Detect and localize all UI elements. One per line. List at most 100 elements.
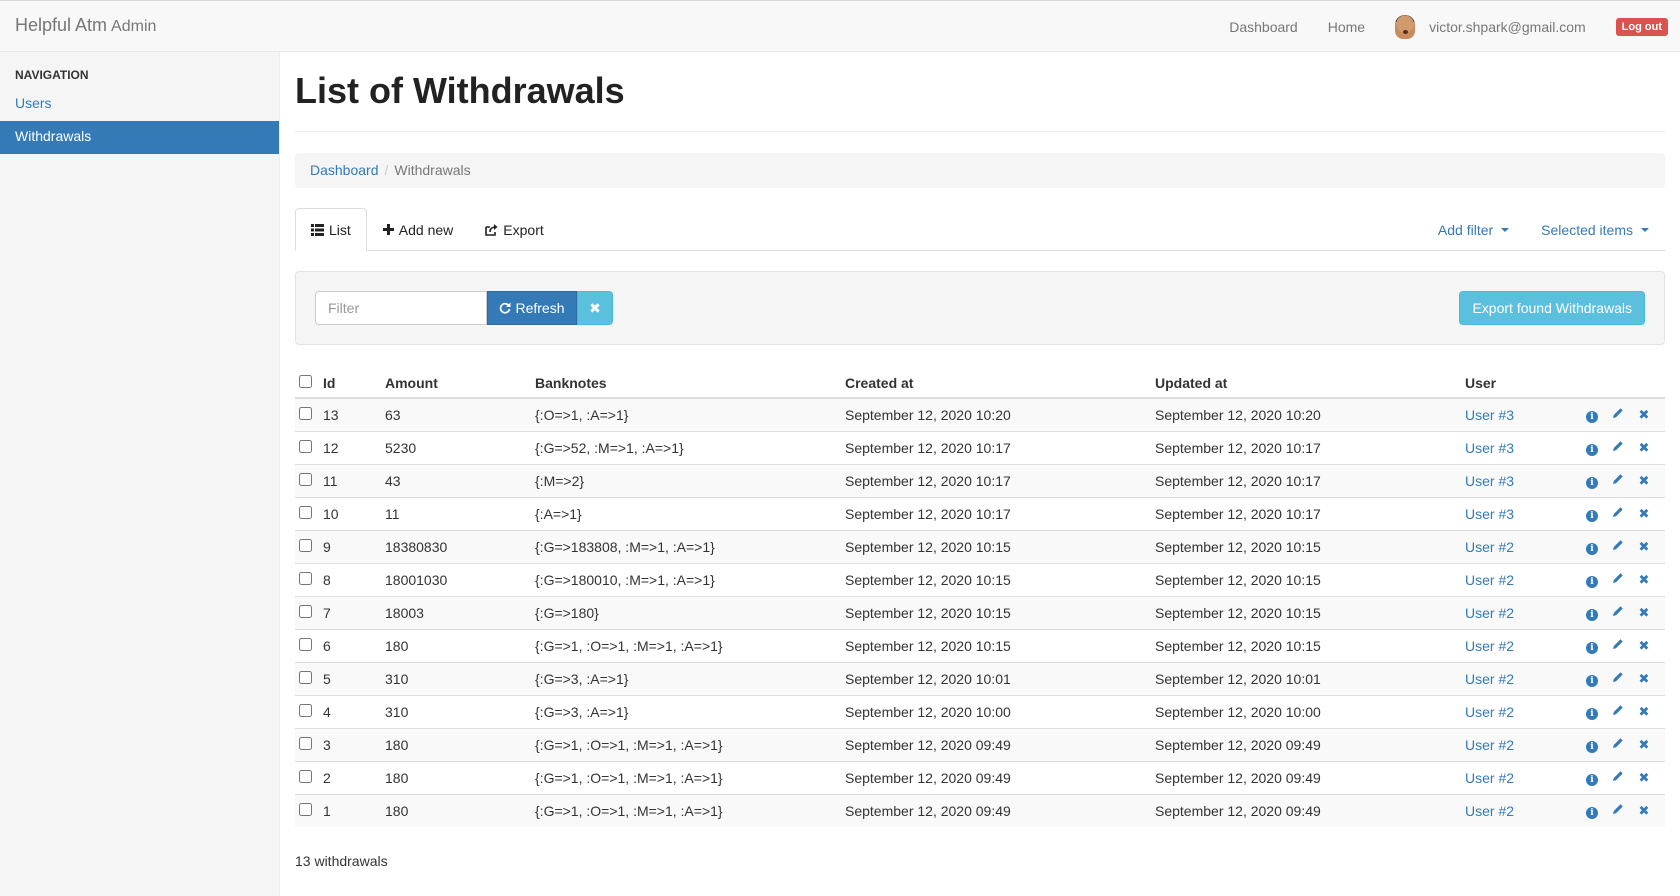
delete-button[interactable]: ✖ (1637, 407, 1651, 423)
user-link[interactable]: User #3 (1465, 473, 1514, 489)
header-id[interactable]: Id (323, 365, 385, 399)
show-button[interactable]: i (1585, 539, 1599, 555)
edit-button[interactable] (1611, 671, 1625, 687)
cell-id: 10 (323, 496, 385, 530)
delete-button[interactable]: ✖ (1637, 440, 1651, 456)
row-checkbox[interactable] (299, 769, 312, 783)
edit-button[interactable] (1611, 407, 1625, 423)
user-link[interactable]: User #3 (1465, 407, 1514, 423)
show-button[interactable]: i (1585, 407, 1599, 423)
times-icon: ✖ (1638, 571, 1650, 587)
header-amount[interactable]: Amount (385, 365, 535, 399)
edit-button[interactable] (1611, 473, 1625, 489)
edit-button[interactable] (1611, 506, 1625, 522)
row-checkbox[interactable] (299, 703, 312, 717)
times-icon: ✖ (589, 299, 601, 316)
nav-home-link[interactable]: Home (1328, 19, 1365, 35)
edit-button[interactable] (1611, 440, 1625, 456)
cell-amount: 11 (385, 496, 535, 530)
show-button[interactable]: i (1585, 572, 1599, 588)
show-button[interactable]: i (1585, 506, 1599, 522)
row-checkbox[interactable] (299, 736, 312, 750)
tab-list[interactable]: List (295, 208, 367, 251)
delete-button[interactable]: ✖ (1637, 506, 1651, 522)
row-checkbox[interactable] (299, 439, 312, 453)
edit-button[interactable] (1611, 704, 1625, 720)
header-user[interactable]: User (1465, 365, 1585, 399)
show-button[interactable]: i (1585, 770, 1599, 786)
row-checkbox[interactable] (299, 571, 312, 585)
edit-button[interactable] (1611, 803, 1625, 819)
show-button[interactable]: i (1585, 671, 1599, 687)
show-button[interactable]: i (1585, 737, 1599, 753)
edit-button[interactable] (1611, 638, 1625, 654)
user-link[interactable]: User #2 (1465, 803, 1514, 819)
delete-button[interactable]: ✖ (1637, 638, 1651, 654)
cell-banknotes: {:M=>2} (535, 463, 845, 497)
tab-export[interactable]: Export (469, 208, 559, 251)
show-button[interactable]: i (1585, 704, 1599, 720)
user-link[interactable]: User #3 (1465, 506, 1514, 522)
show-button[interactable]: i (1585, 638, 1599, 654)
row-checkbox[interactable] (299, 472, 312, 486)
table-row: 1 180 {:G=>1, :O=>1, :M=>1, :A=>1} Septembe… (295, 793, 1665, 827)
row-checkbox[interactable] (299, 604, 312, 618)
row-checkbox[interactable] (299, 637, 312, 651)
user-link[interactable]: User #2 (1465, 605, 1514, 621)
refresh-button[interactable]: Refresh (487, 291, 577, 325)
info-icon: i (1586, 674, 1598, 687)
nav-dashboard-link[interactable]: Dashboard (1229, 19, 1298, 35)
user-link[interactable]: User #2 (1465, 737, 1514, 753)
edit-button[interactable] (1611, 770, 1625, 786)
delete-button[interactable]: ✖ (1637, 671, 1651, 687)
delete-button[interactable]: ✖ (1637, 770, 1651, 786)
user-link[interactable]: User #2 (1465, 539, 1514, 555)
user-link[interactable]: User #2 (1465, 638, 1514, 654)
header-banknotes[interactable]: Banknotes (535, 365, 845, 399)
delete-button[interactable]: ✖ (1637, 704, 1651, 720)
user-link[interactable]: User #3 (1465, 440, 1514, 456)
user-link[interactable]: User #2 (1465, 770, 1514, 786)
clear-filter-button[interactable]: ✖ (577, 291, 613, 325)
delete-button[interactable]: ✖ (1637, 473, 1651, 489)
show-button[interactable]: i (1585, 473, 1599, 489)
row-checkbox[interactable] (299, 406, 312, 420)
header-updated-at[interactable]: Updated at (1155, 365, 1465, 399)
edit-button[interactable] (1611, 572, 1625, 588)
cell-created-at: September 12, 2020 09:49 (845, 760, 1155, 794)
user-link[interactable]: User #2 (1465, 671, 1514, 687)
delete-button[interactable]: ✖ (1637, 803, 1651, 819)
header-created-at[interactable]: Created at (845, 365, 1155, 399)
select-all-checkbox[interactable] (299, 375, 312, 388)
show-button[interactable]: i (1585, 440, 1599, 456)
edit-button[interactable] (1611, 737, 1625, 753)
user-link[interactable]: User #2 (1465, 572, 1514, 588)
delete-button[interactable]: ✖ (1637, 572, 1651, 588)
row-checkbox[interactable] (299, 538, 312, 552)
export-found-button[interactable]: Export found Withdrawals (1459, 291, 1645, 325)
delete-button[interactable]: ✖ (1637, 539, 1651, 555)
filter-input[interactable] (315, 291, 487, 325)
breadcrumb-dashboard-link[interactable]: Dashboard (310, 162, 379, 178)
add-filter-dropdown[interactable]: Add filter (1422, 208, 1525, 251)
show-button[interactable]: i (1585, 605, 1599, 621)
selected-items-dropdown[interactable]: Selected items (1525, 208, 1665, 251)
delete-button[interactable]: ✖ (1637, 737, 1651, 753)
row-checkbox[interactable] (299, 670, 312, 684)
row-checkbox[interactable] (299, 802, 312, 816)
sidebar-item-users[interactable]: Users (0, 88, 279, 121)
row-checkbox[interactable] (299, 505, 312, 519)
show-button[interactable]: i (1585, 803, 1599, 819)
pencil-icon (1613, 671, 1623, 682)
user-link[interactable]: User #2 (1465, 704, 1514, 720)
nav-user[interactable]: victor.shpark@gmail.com (1395, 15, 1586, 39)
delete-button[interactable]: ✖ (1637, 605, 1651, 621)
cell-user: User #3 (1465, 430, 1585, 464)
edit-button[interactable] (1611, 539, 1625, 555)
tab-add-new[interactable]: Add new (367, 208, 469, 251)
brand-link[interactable]: Helpful Atm Admin (15, 15, 156, 36)
logout-button[interactable]: Log out (1615, 18, 1668, 36)
edit-button[interactable] (1611, 605, 1625, 621)
cell-actions: i ✖ (1585, 694, 1665, 728)
sidebar-item-withdrawals[interactable]: Withdrawals (0, 121, 279, 154)
